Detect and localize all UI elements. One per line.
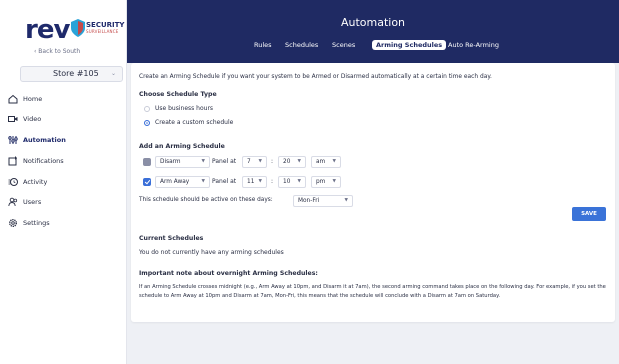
option-custom-label: Create a custom schedule (155, 119, 234, 126)
mode-value: Disarm (160, 159, 181, 165)
chevron-down-icon: ▼ (258, 179, 262, 184)
minute-value: 20 (283, 159, 291, 165)
sidebar-item-notifications[interactable]: Notifications (0, 153, 127, 171)
hour-select-2[interactable]: 11 ▼ (242, 176, 267, 188)
ampm-select-1[interactable]: am ▼ (311, 156, 341, 168)
settings-icon (9, 219, 17, 227)
tab-arming-schedules[interactable]: Arming Schedules (372, 40, 447, 50)
tab-rules[interactable]: Rules (254, 41, 272, 49)
minute-select-1[interactable]: 20 ▼ (278, 156, 306, 168)
logo-security: SECURITY (86, 21, 125, 29)
sidebar-item-label: Video (23, 115, 42, 123)
sidebar-item-automation[interactable]: Automation (0, 132, 127, 150)
panel-at-label: Panel at (212, 178, 237, 185)
chevron-down-icon: ▼ (258, 159, 262, 164)
radio-custom-schedule[interactable] (144, 120, 150, 126)
sidebar-item-video[interactable]: Video (0, 111, 127, 129)
store-select[interactable]: Store #105 ⌄ (20, 66, 123, 82)
current-schedules-empty: You do not currently have any arming sch… (139, 249, 284, 256)
sidebar-item-label: Automation (23, 136, 66, 144)
chevron-down-icon: ▼ (297, 179, 301, 184)
choose-schedule-title: Choose Schedule Type (139, 91, 217, 98)
notifications-icon (8, 156, 17, 166)
page-title: Automation (340, 16, 406, 29)
save-button[interactable]: SAVE (572, 207, 606, 221)
sidebar-item-label: Home (23, 95, 43, 103)
overnight-note-text: If an Arming Schedule crosses midnight (… (139, 284, 606, 299)
sidebar-item-settings[interactable]: Settings (0, 215, 127, 233)
option-business-label: Use business hours (155, 105, 214, 112)
sidebar-item-activity[interactable]: Activity (0, 174, 127, 192)
days-value: Mon-Fri (298, 198, 320, 204)
intro-text: Create an Arming Schedule if you want yo… (139, 74, 492, 80)
logo-sub: SURVEILLANCE (86, 29, 119, 34)
tab-scenes[interactable]: Scenes (332, 41, 355, 49)
sidebar-item-label: Activity (23, 178, 48, 186)
chevron-down-icon: ▼ (201, 159, 205, 164)
time-separator: : (271, 158, 274, 165)
store-value: Store #105 (53, 69, 99, 78)
video-icon (8, 116, 18, 122)
minute-value: 10 (283, 179, 291, 185)
automation-icon (8, 136, 18, 144)
current-schedules-title: Current Schedules (139, 235, 204, 242)
ampm-value: pm (316, 179, 326, 185)
schedule-row-1-checkbox[interactable] (143, 158, 151, 166)
days-label: This schedule should be active on these … (139, 197, 273, 203)
back-link[interactable]: ‹ Back to South (34, 48, 80, 55)
chevron-down-icon: ▼ (201, 179, 205, 184)
rev-security-logo[interactable]: rev SECURITY SURVEILLANCE (25, 15, 125, 49)
minute-select-2[interactable]: 10 ▼ (278, 176, 306, 188)
activity-icon (8, 178, 18, 186)
sidebar: rev SECURITY SURVEILLANCE ‹ Back to Sout… (0, 0, 127, 364)
days-select[interactable]: Mon-Fri ▼ (293, 195, 353, 207)
sidebar-item-label: Settings (23, 219, 50, 227)
chevron-down-icon: ▼ (332, 159, 336, 164)
chevron-down-icon: ⌄ (110, 70, 116, 77)
mode-select-2[interactable]: Arm Away ▼ (155, 176, 210, 188)
panel-at-label: Panel at (212, 158, 237, 165)
chevron-down-icon: ▼ (344, 198, 348, 203)
sidebar-item-label: Notifications (23, 157, 64, 165)
sidebar-item-users[interactable]: Users (0, 194, 127, 212)
mode-select-1[interactable]: Disarm ▼ (155, 156, 210, 168)
chevron-down-icon: ▼ (297, 159, 301, 164)
overnight-note-title: Important note about overnight Arming Sc… (139, 270, 318, 277)
radio-business-hours[interactable] (144, 106, 150, 112)
sidebar-item-label: Users (23, 198, 42, 206)
ampm-select-2[interactable]: pm ▼ (311, 176, 341, 188)
sidebar-item-home[interactable]: Home (0, 91, 127, 109)
home-icon (8, 94, 18, 104)
hour-select-1[interactable]: 7 ▼ (242, 156, 267, 168)
mode-value: Arm Away (160, 179, 190, 185)
logo-text: rev (25, 15, 70, 45)
users-icon (8, 197, 18, 207)
schedule-row-2-checkbox[interactable] (143, 178, 151, 186)
tab-schedules[interactable]: Schedules (285, 41, 318, 49)
ampm-value: am (316, 159, 326, 165)
hour-value: 11 (247, 179, 255, 185)
hour-value: 7 (247, 159, 251, 165)
chevron-down-icon: ▼ (332, 179, 336, 184)
app-header: Automation Rules Schedules Scenes Arming… (127, 0, 619, 63)
add-schedule-title: Add an Arming Schedule (139, 143, 225, 150)
time-separator: : (271, 178, 274, 185)
tab-auto-re-arming[interactable]: Auto Re-Arming (448, 41, 499, 49)
shield-icon (71, 19, 85, 37)
arming-schedule-card: Create an Arming Schedule if you want yo… (131, 63, 615, 322)
